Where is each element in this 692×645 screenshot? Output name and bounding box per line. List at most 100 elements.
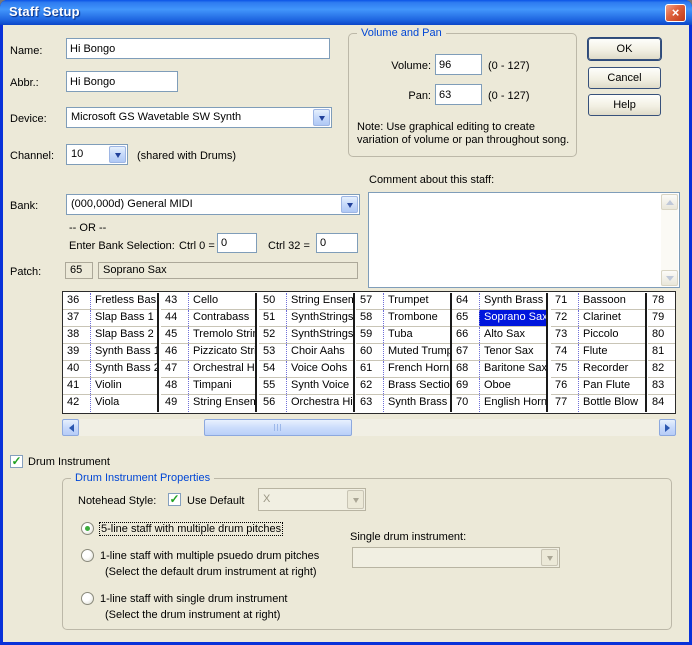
patch-number-cell[interactable]: 53 xyxy=(259,344,286,360)
patch-number-cell[interactable]: 73 xyxy=(551,327,578,343)
title-bar[interactable]: Staff Setup × xyxy=(0,0,692,25)
patch-name-cell[interactable]: Tremolo Strin xyxy=(188,327,255,343)
patch-number-cell[interactable]: 64 xyxy=(452,293,479,309)
patch-name-cell[interactable]: Pan Flute xyxy=(578,378,645,394)
scroll-right-button[interactable] xyxy=(659,419,676,436)
patch-number-cell[interactable]: 59 xyxy=(356,327,383,343)
patch-number-cell[interactable]: 67 xyxy=(452,344,479,360)
pan-input[interactable] xyxy=(435,84,482,105)
chevron-down-icon[interactable] xyxy=(341,196,358,213)
patch-name-cell[interactable]: Bottle Blow xyxy=(578,395,645,412)
patch-number-cell[interactable]: 84 xyxy=(648,395,675,412)
cancel-button[interactable]: Cancel xyxy=(588,67,661,89)
patch-name-cell[interactable] xyxy=(675,361,676,377)
volume-input[interactable] xyxy=(435,54,482,75)
patch-name-cell[interactable]: Trumpet xyxy=(383,293,450,309)
patch-name-cell[interactable] xyxy=(675,344,676,360)
radio-5line-staff[interactable] xyxy=(81,522,94,535)
patch-name-cell[interactable]: SynthStrings xyxy=(286,310,353,326)
patch-name-cell[interactable]: Flute xyxy=(578,344,645,360)
bank-combobox[interactable]: (000,000d) General MIDI xyxy=(66,194,360,215)
patch-number-cell[interactable]: 55 xyxy=(259,378,286,394)
patch-number-cell[interactable]: 74 xyxy=(551,344,578,360)
patch-name-cell[interactable]: Orchestra Hit xyxy=(286,395,353,412)
patch-name-cell[interactable]: SynthStrings xyxy=(286,327,353,343)
patch-number-cell[interactable]: 40 xyxy=(63,361,90,377)
ctrl32-input[interactable] xyxy=(316,233,358,253)
patch-table[interactable]: 36Fretless Bas37Slap Bass 138Slap Bass 2… xyxy=(62,291,676,414)
scroll-down-button[interactable] xyxy=(661,270,678,286)
patch-name-cell[interactable] xyxy=(675,310,676,326)
patch-number-cell[interactable]: 70 xyxy=(452,395,479,412)
patch-name-cell[interactable]: Soprano Sax xyxy=(479,310,546,326)
patch-number-cell[interactable]: 78 xyxy=(648,293,675,309)
patch-name-cell[interactable]: Synth Brass xyxy=(383,395,450,412)
patch-number-cell[interactable]: 56 xyxy=(259,395,286,412)
patch-number-cell[interactable]: 58 xyxy=(356,310,383,326)
patch-number-cell[interactable]: 62 xyxy=(356,378,383,394)
patch-number-cell[interactable]: 61 xyxy=(356,361,383,377)
patch-name-cell[interactable]: Oboe xyxy=(479,378,546,394)
radio-1line-single-label[interactable]: 1-line staff with single drum instrument xyxy=(100,593,288,605)
patch-number-cell[interactable]: 50 xyxy=(259,293,286,309)
patch-name-cell[interactable]: Fretless Bas xyxy=(90,293,157,309)
close-button[interactable]: × xyxy=(665,4,686,22)
channel-combobox[interactable]: 10 xyxy=(66,144,128,165)
patch-table-hscrollbar[interactable] xyxy=(62,419,676,436)
patch-number-cell[interactable]: 83 xyxy=(648,378,675,394)
patch-name-cell[interactable]: Muted Trump xyxy=(383,344,450,360)
patch-number-cell[interactable]: 82 xyxy=(648,361,675,377)
patch-name-cell[interactable]: Alto Sax xyxy=(479,327,546,343)
patch-name-cell[interactable]: Cello xyxy=(188,293,255,309)
patch-number-cell[interactable]: 79 xyxy=(648,310,675,326)
patch-number-cell[interactable]: 66 xyxy=(452,327,479,343)
patch-number-cell[interactable]: 71 xyxy=(551,293,578,309)
scroll-thumb[interactable] xyxy=(204,419,352,436)
patch-name-cell[interactable]: Tenor Sax xyxy=(479,344,546,360)
comment-scrollbar[interactable] xyxy=(661,194,678,286)
patch-number-cell[interactable]: 81 xyxy=(648,344,675,360)
radio-1line-single[interactable] xyxy=(81,592,94,605)
patch-name-cell[interactable]: Synth Bass 2 xyxy=(90,361,157,377)
patch-name-cell[interactable]: Recorder xyxy=(578,361,645,377)
patch-number-cell[interactable]: 37 xyxy=(63,310,90,326)
patch-number-cell[interactable]: 54 xyxy=(259,361,286,377)
patch-number-cell[interactable]: 36 xyxy=(63,293,90,309)
patch-number-cell[interactable]: 57 xyxy=(356,293,383,309)
patch-name-cell[interactable] xyxy=(675,378,676,394)
patch-name-cell[interactable]: Synth Brass xyxy=(479,293,546,309)
patch-name-cell[interactable] xyxy=(675,293,676,309)
patch-number-cell[interactable]: 75 xyxy=(551,361,578,377)
chevron-down-icon[interactable] xyxy=(109,146,126,163)
patch-number-cell[interactable]: 44 xyxy=(161,310,188,326)
patch-name-cell[interactable] xyxy=(675,395,676,412)
patch-number-cell[interactable]: 72 xyxy=(551,310,578,326)
patch-number-cell[interactable]: 39 xyxy=(63,344,90,360)
comment-textarea[interactable] xyxy=(368,192,680,288)
patch-number-cell[interactable]: 77 xyxy=(551,395,578,412)
patch-name-cell[interactable]: Viola xyxy=(90,395,157,412)
patch-name-cell[interactable]: Piccolo xyxy=(578,327,645,343)
device-combobox[interactable]: Microsoft GS Wavetable SW Synth xyxy=(66,107,332,128)
scroll-up-button[interactable] xyxy=(661,194,678,210)
patch-number-cell[interactable]: 45 xyxy=(161,327,188,343)
chevron-down-icon[interactable] xyxy=(313,109,330,126)
patch-name-cell[interactable]: Tuba xyxy=(383,327,450,343)
scroll-left-button[interactable] xyxy=(62,419,79,436)
patch-number-cell[interactable]: 41 xyxy=(63,378,90,394)
patch-number-cell[interactable]: 48 xyxy=(161,378,188,394)
patch-name-cell[interactable]: Pizzicato Stri xyxy=(188,344,255,360)
patch-name-cell[interactable]: Slap Bass 1 xyxy=(90,310,157,326)
patch-number-cell[interactable]: 43 xyxy=(161,293,188,309)
patch-number-cell[interactable]: 51 xyxy=(259,310,286,326)
patch-name-cell[interactable]: Slap Bass 2 xyxy=(90,327,157,343)
patch-name-cell[interactable]: Orchestral H xyxy=(188,361,255,377)
ok-button[interactable]: OK xyxy=(588,38,661,60)
patch-name-cell[interactable]: Trombone xyxy=(383,310,450,326)
patch-number-cell[interactable]: 63 xyxy=(356,395,383,412)
patch-name-cell[interactable]: Contrabass xyxy=(188,310,255,326)
patch-name-cell[interactable]: Violin xyxy=(90,378,157,394)
drum-instrument-checkbox[interactable]: ✓ xyxy=(10,455,23,468)
radio-1line-multi-label[interactable]: 1-line staff with multiple psuedo drum p… xyxy=(100,550,319,562)
patch-number-cell[interactable]: 65 xyxy=(452,310,479,326)
